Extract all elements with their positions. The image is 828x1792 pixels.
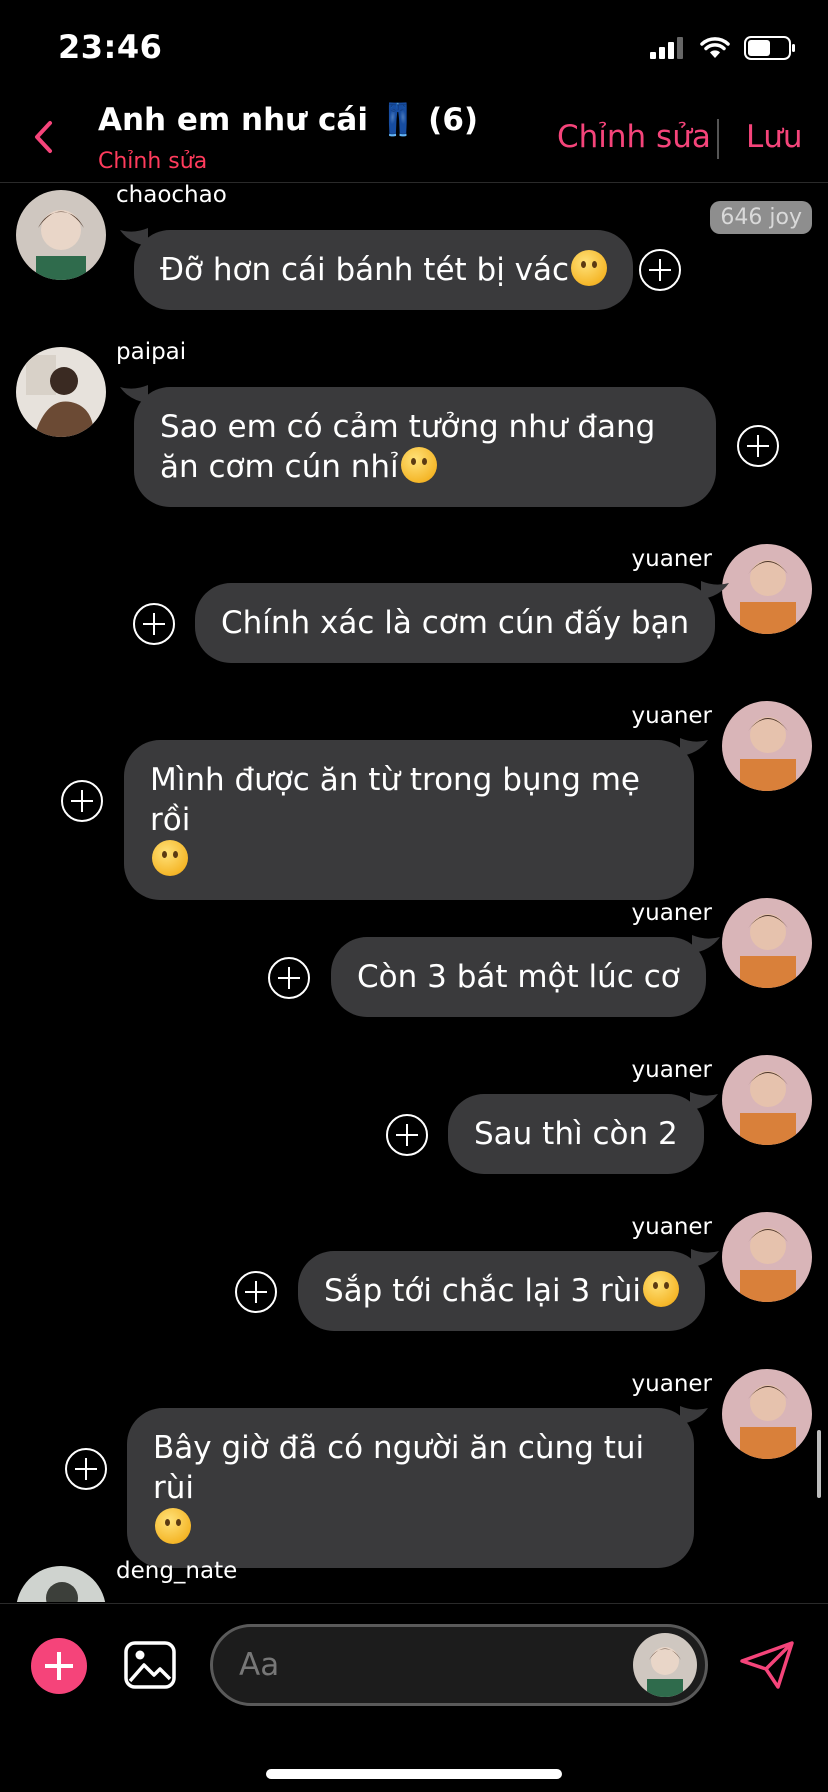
sender-name: yuaner: [631, 703, 712, 729]
joy-count-badge: 646 joy: [710, 201, 812, 234]
sender-name: paipai: [116, 339, 187, 365]
sender-name: yuaner: [631, 900, 712, 926]
add-reaction-button[interactable]: [65, 1448, 107, 1490]
message-composer: [0, 1603, 828, 1792]
avatar[interactable]: [722, 898, 812, 988]
add-reaction-button[interactable]: [639, 249, 681, 291]
status-time: 23:46: [58, 28, 163, 66]
header-divider: [717, 119, 719, 159]
message-bubble[interactable]: Còn 3 bát một lúc cơ: [331, 935, 720, 1017]
message-bubble[interactable]: Bây giờ đã có người ăn cùng tui rùi: [127, 1406, 708, 1568]
message-text: Đỡ hơn cái bánh tét bị vác: [160, 252, 570, 288]
chat-title[interactable]: Anh em như cái 👖 (6): [98, 101, 478, 138]
relieved-emoji-icon: [155, 1508, 191, 1544]
scrollbar[interactable]: [817, 1430, 821, 1498]
avatar[interactable]: [722, 701, 812, 791]
message-bubble[interactable]: Mình được ăn từ trong bụng mẹ rồi: [124, 738, 708, 900]
message-text: Chính xác là cơm cún đấy bạn: [221, 605, 690, 641]
message-list[interactable]: 646 joy chaochao Đỡ hơn cái bánh tét bị …: [0, 184, 828, 1602]
add-reaction-button[interactable]: [268, 957, 310, 999]
sender-name: yuaner: [631, 1057, 712, 1083]
message-bubble[interactable]: Sao em có cảm tưởng như đang ăn cơm cún …: [120, 385, 716, 507]
save-button[interactable]: Lưu: [746, 119, 803, 155]
smirk-emoji-icon: [571, 250, 608, 286]
thinking-emoji-icon: [400, 447, 437, 483]
avatar[interactable]: [722, 1055, 812, 1145]
sticker-avatar-button[interactable]: [633, 1633, 697, 1697]
status-bar: 23:46: [0, 0, 828, 95]
chat-subtitle[interactable]: Chỉnh sửa: [98, 149, 207, 174]
add-reaction-button[interactable]: [61, 780, 103, 822]
innocent-emoji-icon: [152, 840, 188, 876]
avatar[interactable]: [16, 190, 106, 280]
add-reaction-button[interactable]: [737, 425, 779, 467]
sender-name: chaochao: [116, 184, 227, 208]
signal-icon: [650, 37, 683, 59]
message-text: Sau thì còn 2: [474, 1116, 678, 1152]
message-text: Sắp tới chắc lại 3 rùi: [324, 1273, 642, 1309]
home-indicator: [266, 1769, 562, 1779]
message-bubble[interactable]: Sau thì còn 2: [448, 1092, 718, 1174]
message-bubble[interactable]: Sắp tới chắc lại 3 rùi: [298, 1249, 720, 1331]
back-chevron-icon: [35, 121, 52, 153]
status-icons: [650, 36, 796, 60]
message-input[interactable]: [239, 1645, 619, 1685]
avatar[interactable]: [722, 1369, 812, 1459]
edit-button[interactable]: Chỉnh sửa: [557, 119, 711, 155]
back-button[interactable]: [28, 117, 58, 157]
add-reaction-button[interactable]: [235, 1271, 277, 1313]
image-icon[interactable]: [122, 1637, 178, 1693]
message-input-container[interactable]: [210, 1624, 708, 1706]
message-bubble[interactable]: Đỡ hơn cái bánh tét bị vác: [120, 228, 634, 310]
sender-name: yuaner: [631, 1371, 712, 1397]
crying-emoji-icon: [643, 1271, 680, 1307]
message-bubble[interactable]: Chính xác là cơm cún đấy bạn: [195, 581, 730, 663]
sender-name: yuaner: [631, 546, 712, 572]
send-icon[interactable]: [738, 1639, 796, 1691]
message-text: Mình được ăn từ trong bụng mẹ rồi: [150, 762, 640, 838]
add-reaction-button[interactable]: [133, 603, 175, 645]
avatar[interactable]: [722, 1212, 812, 1302]
add-button[interactable]: [31, 1638, 87, 1694]
avatar[interactable]: [722, 544, 812, 634]
chat-header: Anh em như cái 👖 (6) Chỉnh sửa Chỉnh sửa…: [0, 95, 828, 183]
sender-name: yuaner: [631, 1214, 712, 1240]
message-text: Còn 3 bát một lúc cơ: [357, 959, 680, 995]
wifi-icon: [700, 37, 730, 58]
avatar[interactable]: [16, 347, 106, 437]
sender-name: deng_nate: [116, 1558, 238, 1584]
add-reaction-button[interactable]: [386, 1114, 428, 1156]
avatar[interactable]: [16, 1566, 106, 1602]
message-text: Bây giờ đã có người ăn cùng tui rùi: [153, 1430, 645, 1506]
battery-icon: [744, 36, 795, 60]
